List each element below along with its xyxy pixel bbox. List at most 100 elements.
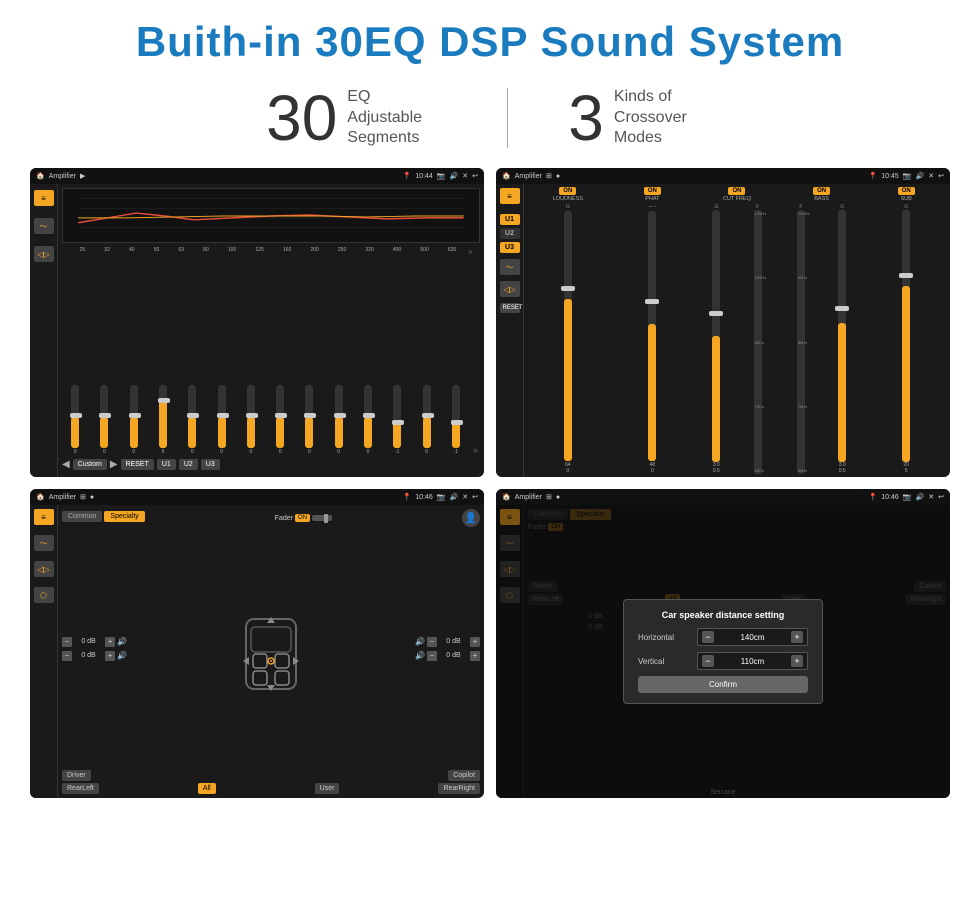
fader-on-badge[interactable]: ON xyxy=(295,514,310,522)
screen1-sidebar: ≡ 〜 ◁▷ xyxy=(30,184,58,477)
freq-label: 160 xyxy=(283,247,291,256)
copilot-btn[interactable]: Copilot xyxy=(448,770,480,781)
u1-btn[interactable]: U1 xyxy=(157,459,176,470)
dialog-overlay: Car speaker distance setting Horizontal … xyxy=(496,505,950,798)
eq-icon[interactable]: ≡ xyxy=(34,190,54,206)
time-1: 10:44 xyxy=(415,173,433,180)
screen2-title: Amplifier xyxy=(515,173,542,180)
vol-icon-3[interactable]: ◁▷ xyxy=(34,561,54,577)
rr-minus-btn[interactable]: − xyxy=(427,651,437,661)
eq-stat: 30 EQ AdjustableSegments xyxy=(206,86,507,150)
vol-icon-2[interactable]: ◁▷ xyxy=(500,281,520,297)
page-title: Buith-in 30EQ DSP Sound System xyxy=(0,18,980,66)
horizontal-label: Horizontal xyxy=(638,633,693,642)
rearleft-btn[interactable]: RearLeft xyxy=(62,783,99,794)
wave-icon[interactable]: 〜 xyxy=(34,218,54,234)
freq-label: 40 xyxy=(129,247,135,256)
driver-btn[interactable]: Driver xyxy=(62,770,91,781)
back-icon-4[interactable]: ↩ xyxy=(938,493,944,501)
u3-btn[interactable]: U3 xyxy=(201,459,220,470)
zone-buttons-row: Driver Copilot xyxy=(62,770,480,781)
reset-btn[interactable]: RESET xyxy=(121,459,154,470)
confirm-button[interactable]: Confirm xyxy=(638,676,808,693)
phat-on[interactable]: ON xyxy=(644,187,661,195)
vertical-plus-btn[interactable]: + xyxy=(791,655,803,667)
status-bar-2: 🏠 Amplifier ⊞ ● 📍 10:45 📷 🔊 ✕ ↩ xyxy=(496,168,950,184)
bt-icon[interactable]: ⬡ xyxy=(34,587,54,603)
u2-btn[interactable]: U2 xyxy=(179,459,198,470)
home-icon-2[interactable]: 🏠 xyxy=(502,172,511,180)
fr-plus-btn[interactable]: + xyxy=(470,637,480,647)
reset-btn-2[interactable]: RESET xyxy=(500,303,520,313)
fr-minus-btn[interactable]: − xyxy=(427,637,437,647)
person-icon: 👤 xyxy=(462,509,480,527)
screen1-body: ≡ 〜 ◁▷ xyxy=(30,184,484,477)
loudness-on[interactable]: ON xyxy=(559,187,576,195)
distance-dialog: Car speaker distance setting Horizontal … xyxy=(623,599,823,704)
back-icon-2[interactable]: ↩ xyxy=(938,172,944,180)
vertical-row: Vertical − 110cm + xyxy=(638,652,808,670)
freq-label: 25 xyxy=(80,247,86,256)
horizontal-value: 140cm xyxy=(716,633,789,642)
vertical-minus-btn[interactable]: − xyxy=(702,655,714,667)
rearright-btn[interactable]: RearRight xyxy=(438,783,480,794)
loudness-label: LOUDNESS xyxy=(553,196,583,202)
back-icon-3[interactable]: ↩ xyxy=(472,493,478,501)
wave-icon-3[interactable]: 〜 xyxy=(34,535,54,551)
rr-plus-btn[interactable]: + xyxy=(470,651,480,661)
common-tab[interactable]: Common xyxy=(62,511,102,522)
rr-db-val: 0 dB xyxy=(439,652,468,659)
rl-minus-btn[interactable]: − xyxy=(62,651,72,661)
dot-icon-2: ● xyxy=(556,173,560,180)
location-icon-4: 📍 xyxy=(869,493,878,501)
home-icon-3[interactable]: 🏠 xyxy=(36,493,45,501)
volume-sidebar-icon[interactable]: ◁▷ xyxy=(34,246,54,262)
fl-plus-btn[interactable]: + xyxy=(105,637,115,647)
fader-label: Fader xyxy=(275,515,293,522)
custom-btn[interactable]: Custom xyxy=(73,459,107,470)
all-btn[interactable]: All xyxy=(198,783,216,794)
vertical-value-box: − 110cm + xyxy=(697,652,808,670)
cutfreq-label: CUT FREQ xyxy=(723,196,751,202)
tabs-row: Common Specialty xyxy=(62,511,145,522)
eq-icon-3[interactable]: ≡ xyxy=(34,509,54,525)
u1-preset[interactable]: U1 xyxy=(500,214,520,225)
bass-label: BASS xyxy=(814,196,829,202)
prev-icon[interactable]: ◀ xyxy=(62,459,70,470)
camera-icon-4: 📷 xyxy=(903,493,912,501)
crossover-stat: 3 Kinds ofCrossover Modes xyxy=(508,86,774,150)
dot-icon-3: ● xyxy=(90,494,94,501)
next-icon[interactable]: ▶ xyxy=(110,459,118,470)
freq-label: 32 xyxy=(104,247,110,256)
bass-on[interactable]: ON xyxy=(813,187,830,195)
freq-label: 125 xyxy=(255,247,263,256)
wave-icon-2[interactable]: 〜 xyxy=(500,259,520,275)
fl-minus-btn[interactable]: − xyxy=(62,637,72,647)
car-diagram xyxy=(129,599,413,699)
rl-plus-btn[interactable]: + xyxy=(105,651,115,661)
fl-db-control: − 0 dB + 🔊 xyxy=(62,637,127,647)
close-icon-3: ✕ xyxy=(462,493,468,501)
screen3-body: ≡ 〜 ◁▷ ⬡ Common Specialty Fader ON xyxy=(30,505,484,798)
home-icon-1[interactable]: 🏠 xyxy=(36,172,45,180)
back-icon-1[interactable]: ↩ xyxy=(472,172,478,180)
home-icon-4[interactable]: 🏠 xyxy=(502,493,511,501)
screen-distance: 🏠 Amplifier ⊞ ● 📍 10:46 📷 🔊 ✕ ↩ ≡ 〜 xyxy=(496,489,950,798)
u2-preset[interactable]: U2 xyxy=(500,228,520,239)
screen2-body: ≡ U1 U2 U3 〜 ◁▷ RESET ON LOUDNESS xyxy=(496,184,950,477)
u3-preset[interactable]: U3 xyxy=(500,242,520,253)
loudness-g-label: G xyxy=(566,204,570,210)
horizontal-minus-btn[interactable]: − xyxy=(702,631,714,643)
status-bar-3: 🏠 Amplifier ⊞ ● 📍 10:46 📷 🔊 ✕ ↩ xyxy=(30,489,484,505)
eq-icon-2[interactable]: ≡ xyxy=(500,188,520,204)
cutfreq-on[interactable]: ON xyxy=(728,187,745,195)
horizontal-plus-btn[interactable]: + xyxy=(791,631,803,643)
specialty-tab[interactable]: Specialty xyxy=(104,511,144,522)
screen-balance: 🏠 Amplifier ⊞ ● 📍 10:46 📷 🔊 ✕ ↩ ≡ 〜 ◁▷ ⬡ xyxy=(30,489,484,798)
eq-graph xyxy=(62,188,480,243)
freq-label: 250 xyxy=(338,247,346,256)
screen1-main: 25 32 40 50 63 80 100 125 160 200 250 32… xyxy=(58,184,484,477)
sub-on[interactable]: ON xyxy=(898,187,915,195)
freq-label: 320 xyxy=(365,247,373,256)
user-btn[interactable]: User xyxy=(315,783,340,794)
